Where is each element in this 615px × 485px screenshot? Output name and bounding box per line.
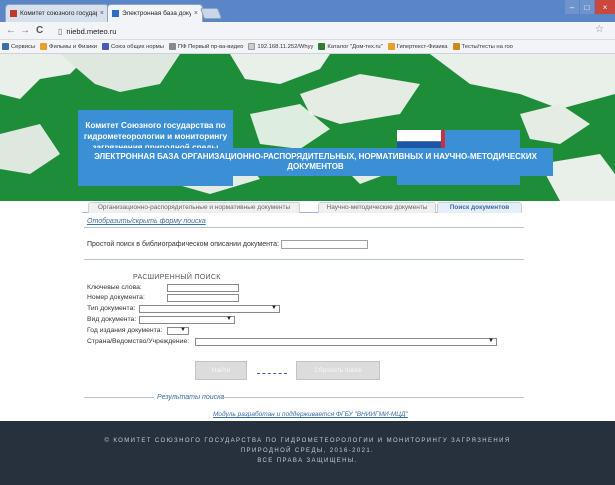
doc-number-label: Номер документа:	[87, 294, 145, 301]
folder-icon	[387, 43, 395, 50]
apps-icon	[2, 43, 9, 50]
minimize-icon[interactable]: –	[565, 0, 579, 14]
bookmark-star-icon[interactable]: ☆	[595, 24, 604, 35]
doc-type-select[interactable]: ▼	[139, 305, 280, 313]
divider	[84, 397, 154, 398]
page-tabs: Организационно-распорядительные и нормат…	[82, 201, 522, 213]
bookmarks-bar: Сервисы Фильмы и Физики Союз общих нормы…	[0, 40, 615, 54]
address-bar: ← → C ▯ niebd.meteo.ru ☆	[0, 22, 615, 40]
site-icon	[102, 43, 110, 50]
doc-number-input[interactable]	[167, 294, 239, 302]
bookmark-item[interactable]: ПФ Первый пр-ва-видео	[168, 43, 243, 50]
folder-icon	[452, 43, 460, 50]
toggle-search-form-link[interactable]: Отобразить/скрыть форму поиска	[87, 218, 206, 225]
page-favicon-icon	[10, 10, 17, 17]
bookmark-item[interactable]: Сервисы	[2, 43, 35, 50]
reload-icon[interactable]: C	[36, 25, 43, 36]
chevron-down-icon: ▼	[271, 305, 277, 311]
find-button[interactable]: Найти	[195, 361, 247, 380]
page-icon: ▯	[58, 27, 63, 36]
site-icon	[168, 43, 176, 50]
site-banner: Комитет Союзного государства по гидромет…	[0, 54, 615, 201]
url-text: niebd.meteo.ru	[66, 27, 117, 36]
database-title: ЭЛЕКТРОННАЯ БАЗА ОРГАНИЗАЦИОННО-РАСПОРЯД…	[94, 152, 537, 171]
doc-kind-select[interactable]: ▼	[139, 316, 235, 324]
simple-search-label: Простой поиск в библиографическом описан…	[87, 241, 279, 248]
close-tab-icon[interactable]: ×	[100, 10, 104, 17]
reset-search-button[interactable]: Сбросить поиск	[296, 361, 380, 380]
folder-icon	[40, 43, 48, 50]
simple-search-input[interactable]	[281, 240, 368, 249]
forward-icon[interactable]: →	[20, 25, 30, 36]
pub-year-select[interactable]: ▼	[167, 327, 189, 335]
browser-tab-database[interactable]: Электронная база докумен... ×	[107, 4, 203, 22]
database-title-block: ЭЛЕКТРОННАЯ БАЗА ОРГАНИЗАЦИОННО-РАСПОРЯД…	[78, 148, 553, 176]
chevron-down-icon: ▼	[488, 338, 494, 344]
tab-org-documents[interactable]: Организационно-распорядительные и нормат…	[88, 202, 300, 213]
simple-search-row: Простой поиск в библиографическом описан…	[87, 240, 368, 249]
bookmark-item[interactable]: Каталог "Дом-тех.ru"	[318, 43, 383, 50]
back-icon[interactable]: ←	[6, 25, 16, 36]
new-tab-button[interactable]	[199, 8, 223, 19]
agency-select[interactable]: ▼	[195, 338, 497, 346]
bookmark-item[interactable]: 192.168.11.252/Whyy	[248, 43, 313, 50]
browser-tab-committee[interactable]: Комитет союзного государ... ×	[5, 4, 109, 22]
page-icon	[248, 43, 256, 50]
advanced-search-title: РАСШИРЕННЫЙ ПОИСК	[133, 274, 221, 281]
footer-copyright: © КОМИТЕТ СОЮЗНОГО ГОСУДАРСТВА ПО ГИДРОМ…	[104, 438, 511, 444]
bookmark-item[interactable]: Тесты/тесты на гоо	[452, 43, 513, 50]
maximize-icon[interactable]: □	[580, 0, 594, 14]
pub-year-label: Год издания документа:	[87, 327, 163, 334]
footer-years: ПРИРОДНОЙ СРЕДЫ, 2016-2021.	[240, 448, 375, 454]
site-icon	[318, 43, 326, 50]
page-favicon-icon	[112, 10, 119, 17]
agency-label: Страна/Ведомство/Учреждение:	[87, 338, 190, 345]
separator	[257, 373, 287, 374]
search-results-label: Результаты поиска	[157, 394, 225, 401]
bookmark-item[interactable]: Союз общих нормы	[102, 43, 164, 50]
tab-document-search[interactable]: Поиск документов	[437, 202, 522, 213]
doc-kind-label: Вид документа:	[87, 316, 137, 323]
footer-rights: ВСЕ ПРАВА ЗАЩИЩЕНЫ.	[257, 458, 358, 464]
browser-tab-label: Комитет союзного государ...	[20, 10, 97, 17]
divider	[84, 259, 524, 260]
url-field[interactable]: ▯ niebd.meteo.ru	[58, 25, 588, 38]
browser-tab-bar: Комитет союзного государ... × Электронна…	[0, 0, 615, 22]
divider	[84, 227, 524, 228]
chevron-down-icon: ▼	[180, 327, 186, 333]
browser-tab-label: Электронная база докумен...	[122, 10, 191, 17]
divider	[218, 397, 524, 398]
site-footer: © КОМИТЕТ СОЮЗНОГО ГОСУДАРСТВА ПО ГИДРОМ…	[0, 421, 615, 485]
developer-credit-link[interactable]: Модуль разработан и поддерживается ФГБУ …	[213, 411, 408, 418]
chevron-down-icon: ▼	[226, 316, 232, 322]
bookmark-item[interactable]: Фильмы и Физики	[40, 43, 97, 50]
bookmark-item[interactable]: Гипертекст-Физика	[387, 43, 448, 50]
tab-scientific-documents[interactable]: Научно-методические документы	[318, 202, 436, 213]
doc-type-label: Тип документа:	[87, 305, 136, 312]
keywords-label: Ключевые слова:	[87, 284, 142, 291]
close-window-icon[interactable]: ×	[595, 0, 615, 14]
close-tab-icon[interactable]: ×	[194, 10, 198, 17]
keywords-input[interactable]	[167, 284, 239, 292]
